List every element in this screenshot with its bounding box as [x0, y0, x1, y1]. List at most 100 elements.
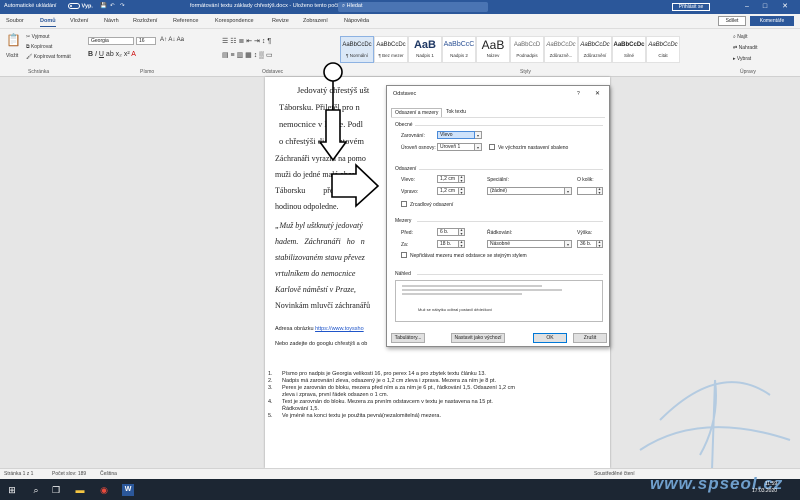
- set-default-button[interactable]: Nastavit jako výchozí: [451, 333, 505, 343]
- status-words[interactable]: Počet slov: 189: [52, 471, 86, 477]
- search-icon[interactable]: ⌕: [30, 484, 42, 496]
- menu-navrh[interactable]: Návrh: [104, 18, 119, 24]
- align-buttons[interactable]: ▤ ≡ ▥ ▦ ↕ ▒ ▭: [222, 51, 273, 59]
- quote-line: stabilizovaném stavu převez: [275, 253, 365, 262]
- chevron-down-icon[interactable]: ▾: [565, 187, 572, 195]
- indent-left-spinner[interactable]: ▲ ▼: [459, 175, 465, 183]
- comments-button[interactable]: Komentáře: [750, 16, 794, 26]
- font-format-buttons[interactable]: B I U ab x₂ x² A: [88, 51, 136, 58]
- indent-left-input[interactable]: 1,2 cm: [437, 175, 459, 183]
- preview-gray-line: [402, 293, 522, 295]
- spacing-before-input[interactable]: 6 b.: [437, 228, 459, 236]
- cut-button[interactable]: ✂ Vyjmout: [26, 34, 49, 40]
- cancel-button[interactable]: Zrušit: [573, 333, 607, 343]
- outline-level-label: Úroveň osnovy:: [401, 145, 436, 151]
- copy-button[interactable]: ⧉ Kopírovat: [26, 44, 52, 50]
- ok-button[interactable]: OK: [533, 333, 567, 343]
- line-at-spinner[interactable]: ▲ ▼: [597, 240, 603, 248]
- dialog-help-button[interactable]: ?: [577, 91, 580, 97]
- windows-start-icon[interactable]: ⊞: [6, 484, 18, 496]
- menu-domu[interactable]: Domů: [40, 18, 56, 27]
- outline-level-select[interactable]: Úroveň 1: [437, 143, 475, 151]
- menu-reference[interactable]: Reference: [173, 18, 198, 24]
- signin-button[interactable]: Přihlásit se: [672, 3, 710, 11]
- search-box[interactable]: ⌕ Hledat: [338, 2, 488, 12]
- chevron-down-icon[interactable]: ▾: [475, 131, 482, 139]
- taskbar-clock[interactable]: 11:59 17:03.2020: [752, 481, 777, 495]
- autosave-toggle[interactable]: Vyp.: [66, 3, 93, 9]
- paste-icon[interactable]: 📋: [6, 33, 21, 47]
- save-icon[interactable]: 💾: [100, 3, 107, 9]
- minimize-button[interactable]: –: [740, 1, 754, 13]
- menu-rozlozeni[interactable]: Rozložení: [133, 18, 157, 24]
- quote-line: vrtulníkem do nemocnice: [275, 269, 356, 278]
- word-icon[interactable]: W: [122, 484, 134, 496]
- alignment-select[interactable]: Vlevo: [437, 131, 475, 139]
- menu-revize[interactable]: Revize: [272, 18, 289, 24]
- dont-add-space-checkbox[interactable]: [401, 252, 407, 258]
- style-heading2[interactable]: AaBbCcC Nadpis 2: [442, 36, 476, 63]
- paste-button[interactable]: Vložit: [6, 53, 18, 59]
- spacing-after-spinner[interactable]: ▲ ▼: [459, 240, 465, 248]
- tab-text-flow[interactable]: Tok textu: [443, 108, 469, 117]
- menu-napoveda[interactable]: Nápověda: [344, 18, 369, 24]
- redo-icon[interactable]: ↷: [120, 3, 125, 9]
- by-spinner[interactable]: ▲ ▼: [597, 187, 603, 195]
- task-view-icon[interactable]: ❐: [50, 484, 62, 496]
- file-explorer-icon[interactable]: ▬: [74, 484, 86, 496]
- status-language[interactable]: Čeština: [100, 471, 117, 477]
- format-painter-button[interactable]: 🖌 Kopírovat formát: [26, 54, 71, 60]
- dialog-close-button[interactable]: ✕: [595, 90, 600, 97]
- chevron-down-icon[interactable]: ▾: [565, 240, 572, 248]
- tabs-button[interactable]: Tabulátory...: [391, 333, 425, 343]
- status-page[interactable]: Stránka 1 z 1: [4, 471, 33, 477]
- select-button[interactable]: ▸ Vybrat: [733, 56, 751, 62]
- style-no-spacing[interactable]: AaBbCcDc ¶ Bez mezer: [374, 36, 408, 63]
- spacing-after-input[interactable]: 18 b.: [437, 240, 459, 248]
- status-focus[interactable]: Soustředěné čtení: [594, 471, 635, 477]
- preview-sample-text: Muž se nábytku odbral postavil dědečkovi: [418, 307, 493, 312]
- line-spacing-select[interactable]: Násobné: [487, 240, 565, 248]
- menu-korespondence[interactable]: Korespondence: [215, 18, 254, 24]
- indent-right-input[interactable]: 1,2 cm: [437, 187, 459, 195]
- section-divider: [419, 169, 603, 170]
- tab-indents-spacing[interactable]: Odsazení a mezery: [391, 108, 443, 117]
- spacing-before-spinner[interactable]: ▲ ▼: [459, 228, 465, 236]
- by-input[interactable]: [577, 187, 597, 195]
- style-quote[interactable]: AaBbCcDc Citát: [646, 36, 680, 63]
- collapsed-checkbox[interactable]: [489, 144, 495, 150]
- style-strong[interactable]: AaBbCcDc Silné: [612, 36, 646, 63]
- chrome-icon[interactable]: ◉: [98, 484, 110, 496]
- replace-button[interactable]: ⇄ Nahradit: [733, 45, 758, 51]
- style-emphasis[interactable]: AaBbCcDc Zdůraznění: [578, 36, 612, 63]
- list-item: 1. Písmo pro nadpis je Georgia velikosti …: [268, 371, 486, 377]
- maximize-button[interactable]: □: [758, 1, 772, 13]
- menu-vlozeni[interactable]: Vložení: [70, 18, 88, 24]
- font-size-field[interactable]: 16: [136, 37, 156, 45]
- indent-left-label: Vlevo:: [401, 177, 415, 183]
- mirror-indents-label: Zrcadlový odsazení: [410, 202, 454, 208]
- list-buttons[interactable]: ☰ ☷ ≣ ⇤ ⇥ ↕ ¶: [222, 37, 271, 45]
- font-grow-shrink-icons[interactable]: A↑ A↓ Aa: [160, 37, 184, 43]
- style-subtitle[interactable]: AaBbCcD Podnadpis: [510, 36, 544, 63]
- special-select[interactable]: (žádné): [487, 187, 565, 195]
- share-button[interactable]: Sdílet: [718, 16, 746, 26]
- list-item: zleva i zprava, první řádek odsazen o 1 …: [282, 392, 389, 398]
- style-title[interactable]: AaB Název: [476, 36, 510, 63]
- style-subtle-emphasis[interactable]: AaBbCcDc Zdůrazně...: [544, 36, 578, 63]
- heading-line: Táborsku. Přiletěl pro n: [279, 102, 360, 112]
- style-normal[interactable]: AaBbCcDc ¶ Normální: [340, 36, 374, 63]
- indent-right-spinner[interactable]: ▲ ▼: [459, 187, 465, 195]
- image-address-link[interactable]: https://www.toyssho: [315, 326, 364, 332]
- mirror-indents-checkbox[interactable]: [401, 201, 407, 207]
- find-button[interactable]: ⌕ Najít: [733, 34, 747, 40]
- line-at-input[interactable]: 36 b.: [577, 240, 597, 248]
- undo-icon[interactable]: ↶: [110, 3, 115, 9]
- font-name-field[interactable]: Georgia: [88, 37, 134, 45]
- chevron-down-icon[interactable]: ▾: [475, 143, 482, 151]
- close-window-button[interactable]: ✕: [778, 1, 792, 13]
- menu-soubor[interactable]: Soubor: [6, 18, 24, 24]
- menu-zobrazeni[interactable]: Zobrazení: [303, 18, 328, 24]
- style-heading1[interactable]: AaB Nadpis 1: [408, 36, 442, 63]
- dont-add-space-label: Nepřidávat mezeru mezi odstavce se stejn…: [410, 253, 527, 259]
